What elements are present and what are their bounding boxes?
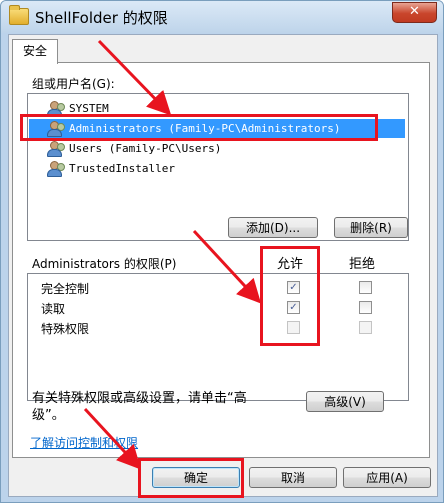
tab-security[interactable]: 安全 bbox=[12, 39, 58, 64]
allow-special-checkbox[interactable] bbox=[287, 321, 300, 334]
list-item-trustedinstaller[interactable]: TrustedInstaller bbox=[29, 159, 405, 178]
title-bar[interactable]: ShellFolder 的权限 ✕ bbox=[1, 1, 443, 33]
list-item-label: Administrators (Family-PC\Administrators… bbox=[69, 122, 341, 135]
list-item-users[interactable]: Users (Family-PC\Users) bbox=[29, 139, 405, 158]
user-group-icon bbox=[46, 161, 66, 177]
list-item-label: SYSTEM bbox=[69, 102, 109, 115]
learn-access-control-link[interactable]: 了解访问控制和权限 bbox=[30, 434, 138, 451]
deny-full-control-checkbox[interactable] bbox=[359, 281, 372, 294]
permission-row-read: 读取 ✓ bbox=[28, 298, 406, 318]
list-item-label: Users (Family-PC\Users) bbox=[69, 142, 222, 155]
allow-full-control-checkbox[interactable]: ✓ bbox=[287, 281, 300, 294]
list-item-administrators[interactable]: Administrators (Family-PC\Administrators… bbox=[29, 119, 405, 138]
advanced-button[interactable]: 高级(V) bbox=[306, 391, 384, 412]
permission-name: 特殊权限 bbox=[41, 322, 90, 336]
add-button[interactable]: 添加(D)... bbox=[228, 217, 318, 238]
user-group-icon bbox=[46, 141, 66, 157]
permissions-label: Administrators 的权限(P) bbox=[32, 257, 177, 271]
deny-read-checkbox[interactable] bbox=[359, 301, 372, 314]
folder-icon bbox=[9, 5, 29, 25]
close-button[interactable]: ✕ bbox=[392, 2, 437, 23]
list-item-label: TrustedInstaller bbox=[69, 162, 175, 175]
ok-button[interactable]: 确定 bbox=[152, 467, 240, 488]
allow-column-header: 允许 bbox=[277, 257, 304, 272]
close-icon: ✕ bbox=[409, 4, 420, 19]
remove-button[interactable]: 删除(R) bbox=[334, 217, 408, 238]
permission-name: 读取 bbox=[41, 302, 66, 316]
cancel-button[interactable]: 取消 bbox=[249, 467, 337, 488]
advanced-hint-line2: 级”。 bbox=[32, 408, 65, 423]
permissions-list: 完全控制 ✓ 读取 ✓ 特殊权限 bbox=[27, 273, 409, 401]
permission-name: 完全控制 bbox=[41, 282, 90, 296]
user-group-icon bbox=[46, 101, 66, 117]
window-title: ShellFolder 的权限 bbox=[35, 9, 168, 27]
dialog-client-area: 安全 组或用户名(G): SYSTEM Administrators (Fami… bbox=[8, 34, 438, 497]
apply-button[interactable]: 应用(A) bbox=[343, 467, 431, 488]
list-item-system[interactable]: SYSTEM bbox=[29, 99, 405, 118]
deny-column-header: 拒绝 bbox=[349, 257, 376, 272]
user-group-icon bbox=[46, 121, 66, 137]
deny-special-checkbox[interactable] bbox=[359, 321, 372, 334]
allow-read-checkbox[interactable]: ✓ bbox=[287, 301, 300, 314]
permission-row-special: 特殊权限 bbox=[28, 318, 406, 338]
permission-row-full-control: 完全控制 ✓ bbox=[28, 278, 406, 298]
group-or-user-label: 组或用户名(G): bbox=[32, 77, 115, 91]
permissions-dialog: ShellFolder 的权限 ✕ 安全 组或用户名(G): SYSTEM Ad… bbox=[0, 0, 444, 503]
